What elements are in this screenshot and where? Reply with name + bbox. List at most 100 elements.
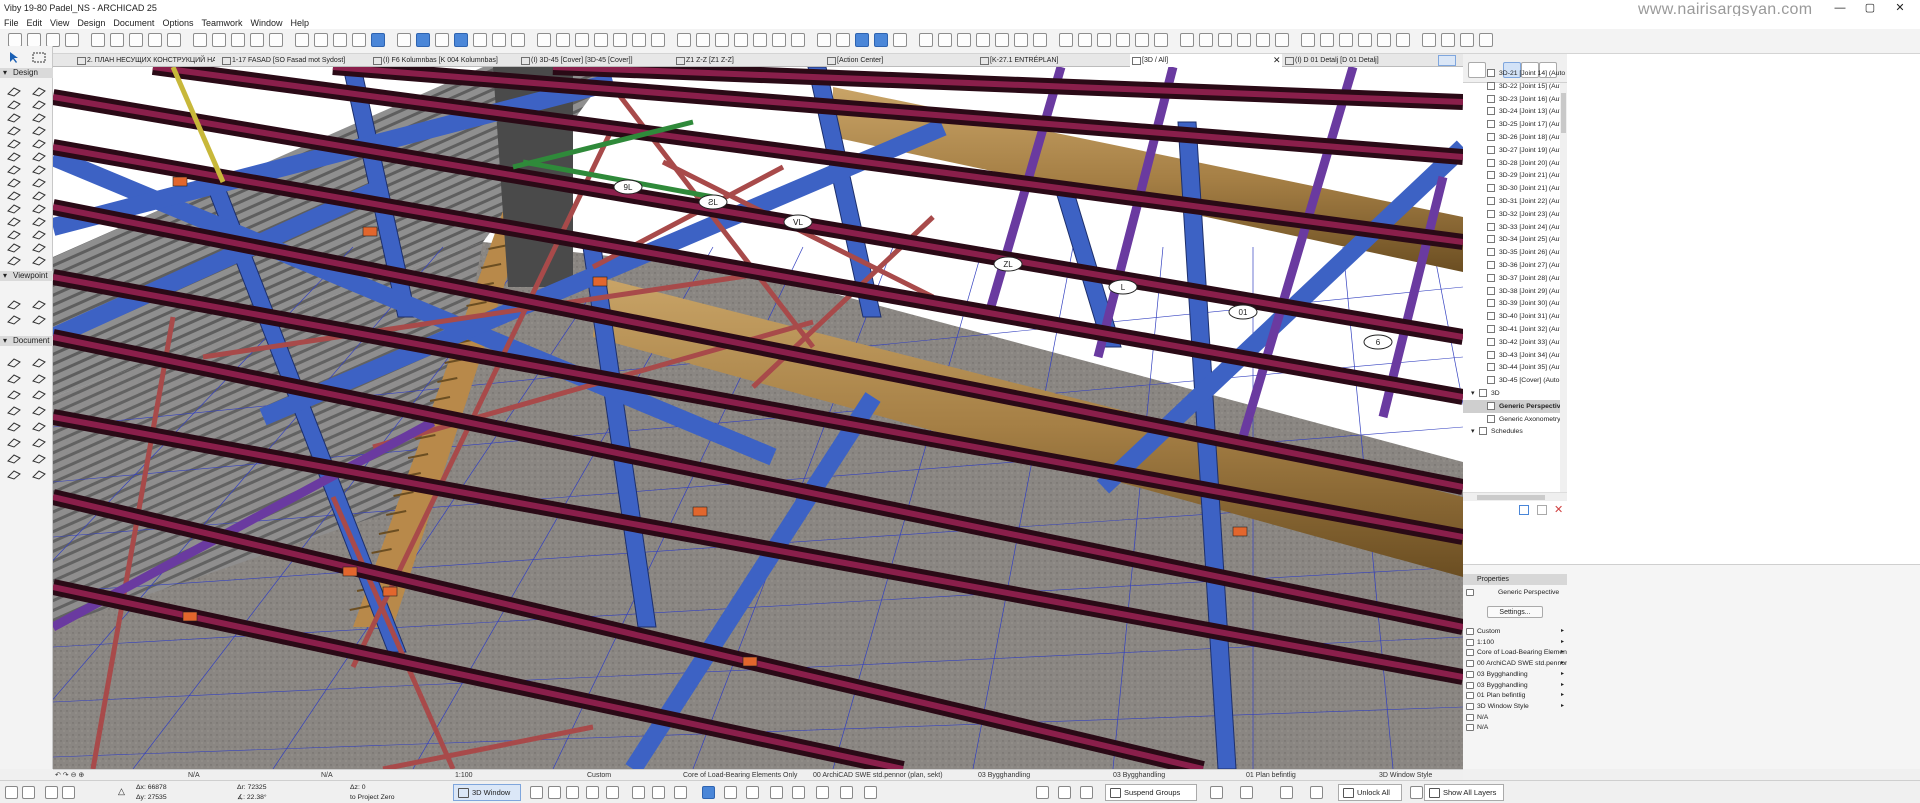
toolbar-tool-icon[interactable]: [1275, 33, 1289, 47]
navigator-item[interactable]: 3D-32 [Joint 23] (Auto: [1463, 208, 1567, 221]
toolbar-tool-icon[interactable]: [250, 33, 264, 47]
toolbar-tool-icon[interactable]: [537, 33, 551, 47]
toolbar-tool-icon[interactable]: [397, 33, 411, 47]
toolbar-tool-icon[interactable]: [575, 33, 589, 47]
railing-tool-icon[interactable]: [31, 468, 47, 481]
view-option-icon[interactable]: [606, 786, 619, 799]
toolbar-tool-icon[interactable]: [855, 33, 869, 47]
navigator-item[interactable]: ▾ 3D: [1463, 387, 1567, 400]
morph-tool-icon[interactable]: [6, 388, 22, 401]
toolbar-tool-icon[interactable]: [1237, 33, 1251, 47]
new-view-icon[interactable]: [1519, 505, 1529, 515]
coord-reference[interactable]: to Project Zero: [350, 793, 395, 802]
toolbar-tool-icon[interactable]: [696, 33, 710, 47]
wall-tool-icon[interactable]: [6, 85, 22, 98]
menu-document[interactable]: Document: [109, 18, 158, 28]
view-option-icon[interactable]: [1410, 786, 1423, 799]
view-option-icon[interactable]: [746, 786, 759, 799]
chevron-down-icon[interactable]: ▾: [1471, 425, 1475, 438]
object-tool-icon[interactable]: [31, 163, 47, 176]
railing-tool-icon[interactable]: [31, 254, 47, 267]
mesh-tool-icon[interactable]: [31, 176, 47, 189]
curtain-wall-tool-icon[interactable]: [6, 298, 22, 311]
property-row[interactable]: 03 Bygghandling ▸: [1463, 669, 1567, 680]
navigator-item[interactable]: Generic Perspective: [1463, 399, 1567, 413]
view-option-icon[interactable]: [792, 786, 805, 799]
toolbar-tool-icon[interactable]: [352, 33, 366, 47]
toolbar-tool-icon[interactable]: [893, 33, 907, 47]
door-tool-icon[interactable]: [31, 137, 47, 150]
tab-3d-all[interactable]: [3D / All]: [1130, 54, 1282, 67]
toolbar-tool-icon[interactable]: [957, 33, 971, 47]
tab-structural-plan[interactable]: 2. ПЛАН НЕСУЩИХ КОНСТРУКЦИЙ НА ОТМ...: [75, 54, 215, 67]
navigator-item[interactable]: 3D-43 [Joint 34] (Auto: [1463, 349, 1567, 362]
view-option-icon[interactable]: [770, 786, 783, 799]
toolbar-tool-icon[interactable]: [1358, 33, 1372, 47]
navigator-item[interactable]: 3D-24 [Joint 13] (Auto: [1463, 105, 1567, 118]
toolbar-tool-icon[interactable]: [594, 33, 608, 47]
snap-icon[interactable]: [5, 786, 18, 799]
navigator-item[interactable]: 3D-25 [Joint 17] (Auto: [1463, 118, 1567, 131]
coord-angle[interactable]: ∡: 22.38°: [237, 793, 267, 802]
label-tool-icon[interactable]: [6, 202, 22, 215]
navigator-item[interactable]: 3D-37 [Joint 28] (Auto: [1463, 272, 1567, 285]
menu-teamwork[interactable]: Teamwork: [197, 18, 246, 28]
toolbar-tool-icon[interactable]: [1301, 33, 1315, 47]
toolbar-tool-icon[interactable]: [416, 33, 430, 47]
view-option-icon[interactable]: [1058, 786, 1071, 799]
property-row[interactable]: 00 ArchiCAD SWE std.pennor (...▸: [1463, 658, 1567, 669]
menu-file[interactable]: File: [0, 18, 23, 28]
property-row[interactable]: N/A: [1463, 722, 1567, 733]
toolbar-tool-icon[interactable]: [632, 33, 646, 47]
opening-tool-icon[interactable]: [31, 189, 47, 202]
slab-tool-icon[interactable]: [31, 436, 47, 449]
navigator-item[interactable]: 3D-28 [Joint 20] (Auto: [1463, 157, 1567, 170]
grid-icon[interactable]: [45, 786, 58, 799]
stair-tool-icon[interactable]: [6, 468, 22, 481]
navigator-item[interactable]: Generic Axonometry: [1463, 413, 1567, 426]
chevron-right-icon[interactable]: ▸: [1561, 658, 1564, 669]
toolbar-tool-icon[interactable]: [976, 33, 990, 47]
column-tool-icon[interactable]: [31, 85, 47, 98]
navigator-item[interactable]: 3D-42 [Joint 33] (Auto: [1463, 336, 1567, 349]
lamp-tool-icon[interactable]: [6, 372, 22, 385]
view-option-icon[interactable]: [1080, 786, 1093, 799]
slab-tool-icon[interactable]: [31, 98, 47, 111]
view-option-icon[interactable]: [530, 786, 543, 799]
navigator-item[interactable]: 3D-35 [Joint 26] (Auto: [1463, 246, 1567, 259]
tab-action-center[interactable]: [Action Center]: [825, 54, 975, 67]
roof-tool-icon[interactable]: [6, 241, 22, 254]
view-option-icon[interactable]: [724, 786, 737, 799]
coord-dy[interactable]: Δy: 27535: [136, 793, 167, 802]
property-row[interactable]: N/A: [1463, 712, 1567, 723]
view-option-icon[interactable]: [566, 786, 579, 799]
toolbar-tool-icon[interactable]: [1377, 33, 1391, 47]
toolbar-tool-icon[interactable]: [295, 33, 309, 47]
shell-tool-icon[interactable]: [31, 241, 47, 254]
coord-dz[interactable]: Δz: 0: [350, 783, 366, 792]
skylight-tool-icon[interactable]: [31, 150, 47, 163]
chevron-right-icon[interactable]: ▸: [1561, 669, 1564, 680]
view-option-icon[interactable]: [864, 786, 877, 799]
tab-entreplan[interactable]: [K-27.1 ENTRÉPLAN]: [978, 54, 1128, 67]
shell-tool-icon[interactable]: [31, 452, 47, 465]
toolbar-tool-icon[interactable]: [492, 33, 506, 47]
toolbar-tool-icon[interactable]: [753, 33, 767, 47]
toolbar-tool-icon[interactable]: [46, 33, 60, 47]
menu-design[interactable]: Design: [73, 18, 109, 28]
object-tool-icon[interactable]: [31, 356, 47, 369]
window-tool-icon[interactable]: [6, 313, 22, 326]
navigator-item[interactable]: 3D-38 [Joint 29] (Auto: [1463, 285, 1567, 298]
arrow-tool-icon[interactable]: [5, 51, 21, 64]
toolbar-tool-icon[interactable]: [110, 33, 124, 47]
navigator-item[interactable]: 3D-33 [Joint 24] (Auto: [1463, 221, 1567, 234]
properties-header[interactable]: Properties: [1463, 574, 1567, 585]
toolbar-tool-icon[interactable]: [715, 33, 729, 47]
guide-icon[interactable]: [22, 786, 35, 799]
slab-tool-icon[interactable]: [31, 228, 47, 241]
close-button[interactable]: ✕: [1880, 0, 1920, 16]
toolbar-tool-icon[interactable]: [1256, 33, 1270, 47]
toolbar-tool-icon[interactable]: [938, 33, 952, 47]
toolbar-tool-icon[interactable]: [27, 33, 41, 47]
column-tool-icon[interactable]: [31, 215, 47, 228]
